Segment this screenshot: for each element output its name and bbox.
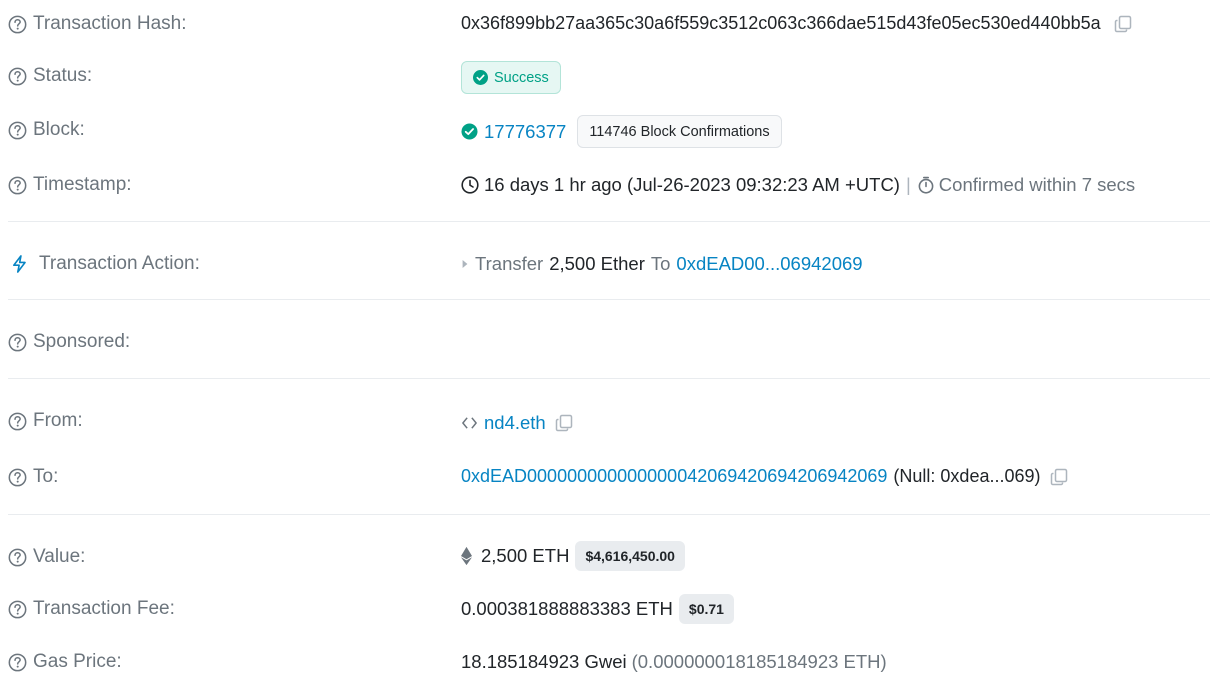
divider — [8, 378, 1210, 379]
timestamp-label: Timestamp: — [8, 174, 132, 196]
to-label: To: — [8, 466, 58, 488]
fee-amount: 0.000381888883383 ETH — [461, 598, 673, 619]
value-amount: 2,500 ETH — [481, 545, 570, 566]
block-confirmations-badge: 114746 Block Confirmations — [577, 115, 782, 148]
stopwatch-icon — [918, 176, 934, 194]
divider — [8, 221, 1210, 222]
value-usd-badge: $4,616,450.00 — [575, 541, 685, 571]
fee-usd-badge: $0.71 — [678, 594, 734, 624]
copy-icon[interactable] — [554, 413, 574, 433]
question-circle-icon[interactable] — [8, 600, 27, 619]
ens-code-icon — [462, 417, 477, 429]
divider — [8, 514, 1210, 515]
sponsored-label: Sponsored: — [8, 331, 130, 353]
divider — [8, 299, 1210, 300]
question-circle-icon[interactable] — [8, 333, 27, 352]
from-address-link[interactable]: nd4.eth — [484, 412, 546, 434]
to-address-note: (Null: 0xdea...069) — [893, 466, 1041, 486]
tx-action-label: Transaction Action: — [8, 253, 200, 275]
ethereum-icon — [461, 546, 472, 566]
gas-price-eth: (0.000000018185184923 ETH) — [631, 651, 887, 672]
caret-right-icon — [462, 260, 468, 268]
question-circle-icon[interactable] — [8, 468, 27, 487]
gas-price-label: Gas Price: — [8, 651, 122, 673]
check-circle-icon — [473, 70, 488, 85]
from-label: From: — [8, 410, 83, 432]
question-circle-icon[interactable] — [8, 67, 27, 86]
lightning-icon — [12, 255, 26, 273]
action-to-word: To — [650, 253, 671, 274]
check-circle-icon — [461, 123, 478, 140]
status-badge: Success — [461, 61, 561, 94]
tx-fee-label: Transaction Fee: — [8, 598, 175, 620]
action-amount: 2,500 Ether — [549, 253, 645, 274]
confirmed-within: Confirmed within 7 secs — [938, 174, 1136, 195]
copy-icon[interactable] — [1049, 467, 1069, 487]
block-number-link[interactable]: 17776377 — [484, 121, 566, 143]
timestamp-value: 16 days 1 hr ago (Jul-26-2023 09:32:23 A… — [484, 174, 900, 195]
question-circle-icon[interactable] — [8, 121, 27, 140]
copy-icon[interactable] — [1113, 14, 1133, 34]
timestamp-separator: | — [905, 174, 911, 195]
question-circle-icon[interactable] — [8, 15, 27, 34]
tx-hash-label: Transaction Hash: — [8, 13, 186, 35]
question-circle-icon[interactable] — [8, 548, 27, 567]
gas-price-gwei: 18.185184923 Gwei — [461, 651, 627, 672]
value-label: Value: — [8, 546, 85, 568]
status-label: Status: — [8, 65, 92, 87]
action-to-address-link[interactable]: 0xdEAD00...06942069 — [676, 253, 862, 275]
tx-hash-value: 0x36f899bb27aa365c30a6f559c3512c063c366d… — [461, 13, 1101, 33]
to-address-link[interactable]: 0xdEAD0000000000000000420694206942069420… — [461, 466, 887, 487]
action-verb: Transfer — [475, 253, 544, 274]
block-label: Block: — [8, 119, 85, 141]
clock-icon — [461, 176, 479, 194]
question-circle-icon[interactable] — [8, 653, 27, 672]
question-circle-icon[interactable] — [8, 412, 27, 431]
question-circle-icon[interactable] — [8, 176, 27, 195]
